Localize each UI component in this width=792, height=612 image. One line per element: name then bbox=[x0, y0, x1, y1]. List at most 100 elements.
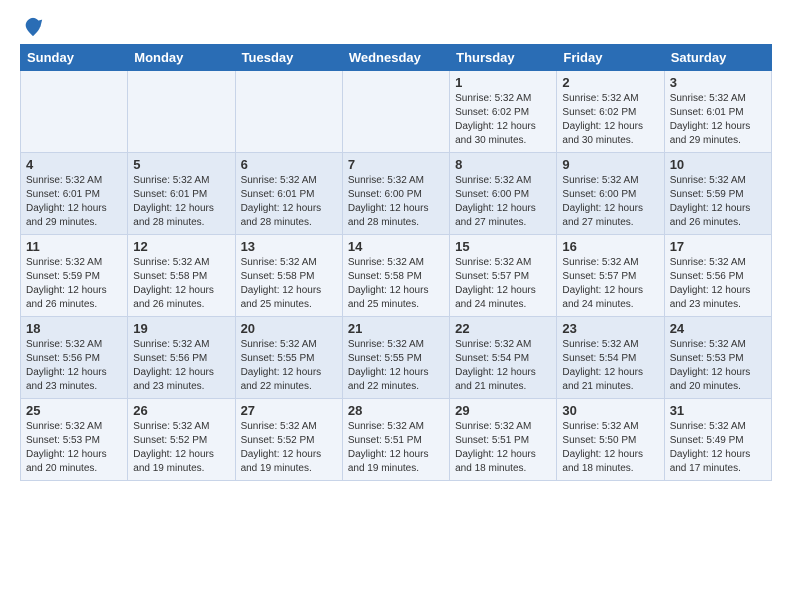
day-detail: Sunrise: 5:32 AM Sunset: 5:51 PM Dayligh… bbox=[455, 420, 551, 476]
logo bbox=[20, 16, 44, 38]
day-detail: Sunrise: 5:32 AM Sunset: 5:59 PM Dayligh… bbox=[670, 174, 766, 230]
day-cell: 23Sunrise: 5:32 AM Sunset: 5:54 PM Dayli… bbox=[557, 317, 664, 399]
day-detail: Sunrise: 5:32 AM Sunset: 5:53 PM Dayligh… bbox=[26, 420, 122, 476]
day-number: 5 bbox=[133, 157, 229, 172]
day-number: 29 bbox=[455, 403, 551, 418]
day-number: 9 bbox=[562, 157, 658, 172]
day-detail: Sunrise: 5:32 AM Sunset: 5:58 PM Dayligh… bbox=[348, 256, 444, 312]
day-detail: Sunrise: 5:32 AM Sunset: 5:50 PM Dayligh… bbox=[562, 420, 658, 476]
day-cell bbox=[342, 71, 449, 153]
day-detail: Sunrise: 5:32 AM Sunset: 6:01 PM Dayligh… bbox=[670, 92, 766, 148]
day-cell bbox=[235, 71, 342, 153]
day-cell: 18 Sunrise: 5:32 AM Sunset: 5:56 PM Dayli… bbox=[21, 317, 128, 399]
day-number: 3 bbox=[670, 75, 766, 90]
day-cell: 26Sunrise: 5:32 AM Sunset: 5:52 PM Dayli… bbox=[128, 399, 235, 481]
day-number: 17 bbox=[670, 239, 766, 254]
day-detail: Sunrise: 5:32 AM Sunset: 6:01 PM Dayligh… bbox=[26, 174, 122, 230]
day-detail: Sunrise: 5:32 AM Sunset: 6:00 PM Dayligh… bbox=[455, 174, 551, 230]
day-number: 12 bbox=[133, 239, 229, 254]
col-header-friday: Friday bbox=[557, 45, 664, 71]
week-row-2: 4 Sunrise: 5:32 AM Sunset: 6:01 PM Daylig… bbox=[21, 153, 772, 235]
day-cell: 31 Sunrise: 5:32 AM Sunset: 5:49 PM Dayli… bbox=[664, 399, 771, 481]
col-header-monday: Monday bbox=[128, 45, 235, 71]
day-cell: 29 Sunrise: 5:32 AM Sunset: 5:51 PM Dayli… bbox=[450, 399, 557, 481]
day-number: 4 bbox=[26, 157, 122, 172]
day-number: 18 bbox=[26, 321, 122, 336]
day-number: 20 bbox=[241, 321, 337, 336]
day-number: 14 bbox=[348, 239, 444, 254]
day-cell: 4 Sunrise: 5:32 AM Sunset: 6:01 PM Daylig… bbox=[21, 153, 128, 235]
day-cell: 9 Sunrise: 5:32 AM Sunset: 6:00 PM Daylig… bbox=[557, 153, 664, 235]
day-cell: 17Sunrise: 5:32 AM Sunset: 5:56 PM Dayli… bbox=[664, 235, 771, 317]
day-number: 31 bbox=[670, 403, 766, 418]
calendar-table: SundayMondayTuesdayWednesdayThursdayFrid… bbox=[20, 44, 772, 481]
day-detail: Sunrise: 5:32 AM Sunset: 6:00 PM Dayligh… bbox=[348, 174, 444, 230]
day-number: 19 bbox=[133, 321, 229, 336]
day-number: 30 bbox=[562, 403, 658, 418]
day-cell: 2Sunrise: 5:32 AM Sunset: 6:02 PM Daylig… bbox=[557, 71, 664, 153]
day-number: 13 bbox=[241, 239, 337, 254]
day-detail: Sunrise: 5:32 AM Sunset: 5:58 PM Dayligh… bbox=[133, 256, 229, 312]
day-detail: Sunrise: 5:32 AM Sunset: 5:57 PM Dayligh… bbox=[562, 256, 658, 312]
day-number: 8 bbox=[455, 157, 551, 172]
day-number: 11 bbox=[26, 239, 122, 254]
day-detail: Sunrise: 5:32 AM Sunset: 5:55 PM Dayligh… bbox=[241, 338, 337, 394]
col-header-saturday: Saturday bbox=[664, 45, 771, 71]
day-cell: 16 Sunrise: 5:32 AM Sunset: 5:57 PM Dayli… bbox=[557, 235, 664, 317]
logo-icon bbox=[22, 16, 44, 38]
day-cell: 12 Sunrise: 5:32 AM Sunset: 5:58 PM Dayli… bbox=[128, 235, 235, 317]
day-number: 28 bbox=[348, 403, 444, 418]
day-number: 7 bbox=[348, 157, 444, 172]
day-number: 21 bbox=[348, 321, 444, 336]
week-row-5: 25 Sunrise: 5:32 AM Sunset: 5:53 PM Dayli… bbox=[21, 399, 772, 481]
day-cell: 24 Sunrise: 5:32 AM Sunset: 5:53 PM Dayli… bbox=[664, 317, 771, 399]
day-cell: 28 Sunrise: 5:32 AM Sunset: 5:51 PM Dayli… bbox=[342, 399, 449, 481]
col-header-wednesday: Wednesday bbox=[342, 45, 449, 71]
day-cell: 6Sunrise: 5:32 AM Sunset: 6:01 PM Daylig… bbox=[235, 153, 342, 235]
day-number: 22 bbox=[455, 321, 551, 336]
day-detail: Sunrise: 5:32 AM Sunset: 6:01 PM Dayligh… bbox=[133, 174, 229, 230]
day-detail: Sunrise: 5:32 AM Sunset: 5:56 PM Dayligh… bbox=[26, 338, 122, 394]
day-number: 1 bbox=[455, 75, 551, 90]
header-row: SundayMondayTuesdayWednesdayThursdayFrid… bbox=[21, 45, 772, 71]
day-detail: Sunrise: 5:32 AM Sunset: 5:56 PM Dayligh… bbox=[133, 338, 229, 394]
col-header-tuesday: Tuesday bbox=[235, 45, 342, 71]
col-header-sunday: Sunday bbox=[21, 45, 128, 71]
day-cell: 14 Sunrise: 5:32 AM Sunset: 5:58 PM Dayli… bbox=[342, 235, 449, 317]
day-number: 10 bbox=[670, 157, 766, 172]
day-detail: Sunrise: 5:32 AM Sunset: 5:49 PM Dayligh… bbox=[670, 420, 766, 476]
week-row-4: 18 Sunrise: 5:32 AM Sunset: 5:56 PM Dayli… bbox=[21, 317, 772, 399]
day-cell: 30 Sunrise: 5:32 AM Sunset: 5:50 PM Dayli… bbox=[557, 399, 664, 481]
day-detail: Sunrise: 5:32 AM Sunset: 5:51 PM Dayligh… bbox=[348, 420, 444, 476]
day-number: 16 bbox=[562, 239, 658, 254]
day-cell: 13 Sunrise: 5:32 AM Sunset: 5:58 PM Dayli… bbox=[235, 235, 342, 317]
week-row-3: 11 Sunrise: 5:32 AM Sunset: 5:59 PM Dayli… bbox=[21, 235, 772, 317]
day-cell: 25 Sunrise: 5:32 AM Sunset: 5:53 PM Dayli… bbox=[21, 399, 128, 481]
day-detail: Sunrise: 5:32 AM Sunset: 5:52 PM Dayligh… bbox=[241, 420, 337, 476]
day-cell: 3 Sunrise: 5:32 AM Sunset: 6:01 PM Daylig… bbox=[664, 71, 771, 153]
day-cell: 5 Sunrise: 5:32 AM Sunset: 6:01 PM Daylig… bbox=[128, 153, 235, 235]
day-detail: Sunrise: 5:32 AM Sunset: 5:58 PM Dayligh… bbox=[241, 256, 337, 312]
day-number: 27 bbox=[241, 403, 337, 418]
day-cell bbox=[128, 71, 235, 153]
day-number: 15 bbox=[455, 239, 551, 254]
day-cell: 20 Sunrise: 5:32 AM Sunset: 5:55 PM Dayli… bbox=[235, 317, 342, 399]
day-detail: Sunrise: 5:32 AM Sunset: 6:02 PM Dayligh… bbox=[455, 92, 551, 148]
day-number: 25 bbox=[26, 403, 122, 418]
day-cell: 1 Sunrise: 5:32 AM Sunset: 6:02 PM Daylig… bbox=[450, 71, 557, 153]
day-cell: 7 Sunrise: 5:32 AM Sunset: 6:00 PM Daylig… bbox=[342, 153, 449, 235]
day-detail: Sunrise: 5:32 AM Sunset: 5:59 PM Dayligh… bbox=[26, 256, 122, 312]
day-detail: Sunrise: 5:32 AM Sunset: 5:53 PM Dayligh… bbox=[670, 338, 766, 394]
day-detail: Sunrise: 5:32 AM Sunset: 6:02 PM Dayligh… bbox=[562, 92, 658, 148]
day-cell: 11 Sunrise: 5:32 AM Sunset: 5:59 PM Dayli… bbox=[21, 235, 128, 317]
day-detail: Sunrise: 5:32 AM Sunset: 5:57 PM Dayligh… bbox=[455, 256, 551, 312]
day-detail: Sunrise: 5:32 AM Sunset: 5:55 PM Dayligh… bbox=[348, 338, 444, 394]
day-cell: 19 Sunrise: 5:32 AM Sunset: 5:56 PM Dayli… bbox=[128, 317, 235, 399]
logo-text bbox=[20, 16, 44, 38]
day-cell: 27 Sunrise: 5:32 AM Sunset: 5:52 PM Dayli… bbox=[235, 399, 342, 481]
day-detail: Sunrise: 5:32 AM Sunset: 5:52 PM Dayligh… bbox=[133, 420, 229, 476]
day-cell: 22 Sunrise: 5:32 AM Sunset: 5:54 PM Dayli… bbox=[450, 317, 557, 399]
day-number: 24 bbox=[670, 321, 766, 336]
day-detail: Sunrise: 5:32 AM Sunset: 5:54 PM Dayligh… bbox=[455, 338, 551, 394]
day-detail: Sunrise: 5:32 AM Sunset: 6:00 PM Dayligh… bbox=[562, 174, 658, 230]
